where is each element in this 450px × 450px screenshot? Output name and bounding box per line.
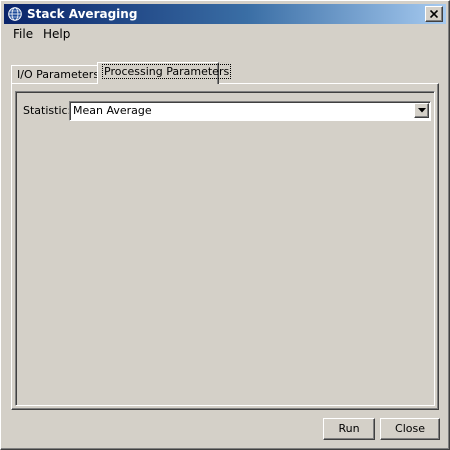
- chevron-down-icon: [417, 108, 426, 113]
- tab-io-parameters[interactable]: I/O Parameters: [11, 65, 101, 84]
- tab-processing-parameters-label: Processing Parameters: [101, 64, 232, 79]
- main-window: Stack Averaging File Help I/O Parameters…: [0, 0, 450, 450]
- parameters-group: Statistic: Mean Average: [15, 91, 435, 406]
- statistic-selected-value: Mean Average: [73, 104, 152, 117]
- close-icon: [430, 10, 438, 18]
- globe-icon: [8, 7, 22, 21]
- statistic-label: Statistic:: [23, 104, 72, 117]
- window-title: Stack Averaging: [27, 7, 138, 21]
- title-bar[interactable]: Stack Averaging: [4, 4, 446, 24]
- menu-help[interactable]: Help: [43, 27, 70, 41]
- close-window-button[interactable]: [425, 6, 443, 22]
- statistic-dropdown-button[interactable]: [414, 103, 429, 118]
- tab-io-parameters-label: I/O Parameters: [17, 68, 100, 81]
- menu-bar: File Help: [4, 25, 446, 43]
- tab-strip: I/O Parameters Processing Parameters: [11, 61, 441, 84]
- run-button[interactable]: Run: [323, 418, 375, 440]
- menu-file[interactable]: File: [13, 27, 33, 41]
- tab-processing-parameters[interactable]: Processing Parameters: [97, 62, 232, 84]
- close-button[interactable]: Close: [380, 418, 440, 440]
- processing-parameters-panel: Statistic: Mean Average: [11, 83, 439, 410]
- statistic-select[interactable]: Mean Average: [69, 101, 431, 121]
